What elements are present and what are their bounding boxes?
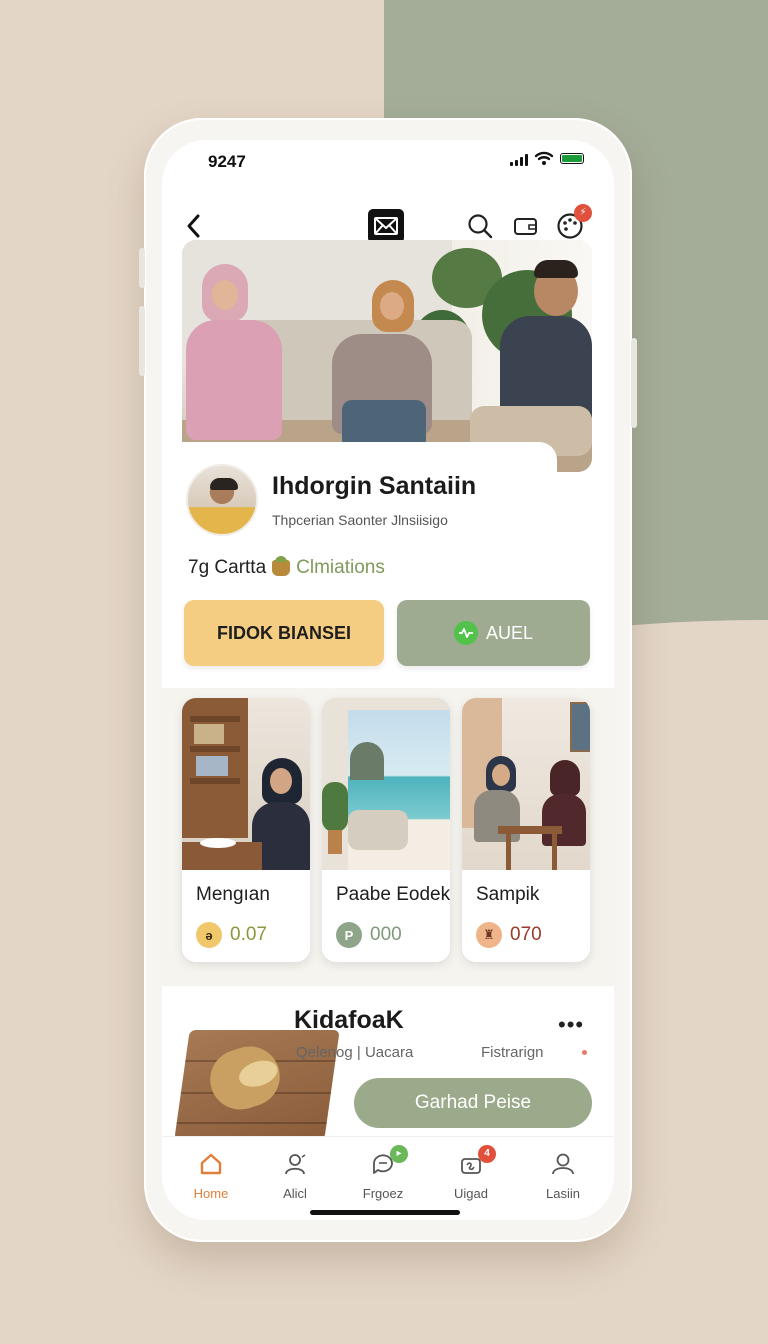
place-card[interactable]: Mengıan ə 0.07: [182, 698, 310, 962]
tab-uigad[interactable]: 4 Uigad: [436, 1145, 506, 1201]
card-photo: [462, 698, 590, 870]
cellular-signal-icon: [510, 154, 528, 166]
status-time: 9247: [208, 152, 246, 171]
profile-subtitle: Thpcerian Saonter Jlnsiisigo: [272, 512, 448, 528]
wallet-button[interactable]: [510, 210, 542, 242]
activity-icon: [453, 621, 478, 645]
card-chip-icon: P: [336, 922, 362, 948]
envelope-logo-icon: [374, 217, 398, 235]
phone-side-button: [139, 248, 145, 288]
tab-label: Uigad: [454, 1186, 488, 1201]
home-indicator[interactable]: [310, 1210, 460, 1215]
tab-alicl[interactable]: Alicl: [260, 1151, 330, 1201]
phone-frame: 9247 ⚡ Ihdorgin Santaiin Thpcerian Saont…: [139, 118, 637, 1242]
card-meta: P 000: [336, 922, 402, 948]
notification-badge: ⚡: [574, 204, 592, 222]
tab-home[interactable]: Home: [176, 1151, 246, 1201]
card-photo: [322, 698, 450, 870]
status-dot: [582, 1050, 587, 1055]
tab-label: Alicl: [283, 1186, 307, 1201]
tab-label: Frgoez: [362, 1186, 404, 1201]
tab-label: Lasiin: [546, 1186, 580, 1201]
bottom-tab-bar: Home Alicl ▸ Frgoez 4 Uigad Lasiin: [162, 1136, 614, 1220]
card-title: Paabe Eodek: [336, 884, 450, 905]
users-icon: [285, 1154, 306, 1175]
status-bar: 9247: [162, 140, 614, 184]
tab-badge: 4: [478, 1145, 496, 1163]
stats-line: 7g Cartta Clmiations: [188, 556, 385, 579]
palette-button[interactable]: ⚡: [554, 204, 592, 242]
profile-name: Ihdorgin Santaiin: [272, 472, 477, 500]
profile-icon: [552, 1153, 574, 1175]
secondary-action-label: AUEL: [485, 622, 534, 643]
tab-label: Home: [193, 1186, 229, 1201]
battery-icon: [560, 153, 584, 164]
card-value: 0.07: [230, 924, 267, 945]
feature-subtitle: Qelenog | Uacara: [296, 1044, 414, 1061]
card-title: Mengıan: [196, 884, 270, 905]
search-button[interactable]: [464, 210, 496, 242]
card-photo: [182, 698, 310, 870]
card-meta: ə 0.07: [196, 922, 267, 948]
more-options-button[interactable]: •••: [558, 1012, 584, 1038]
wifi-icon: [534, 151, 554, 165]
feature-title: KidafoaK: [294, 1006, 404, 1034]
card-chip-icon: ə: [196, 922, 222, 948]
primary-action-label: FIDOK BIANSEI: [216, 622, 351, 643]
stats-count: 7g Cartta: [188, 557, 267, 578]
card-meta: ♜ 070: [476, 922, 542, 948]
back-button[interactable]: [178, 210, 210, 242]
wallet-icon: [514, 218, 537, 235]
tab-badge: ▸: [390, 1145, 408, 1163]
secondary-action-button[interactable]: AUEL: [397, 600, 590, 666]
place-card[interactable]: Paabe Eodek P 000: [322, 698, 450, 962]
card-value: 070: [510, 924, 542, 945]
stats-highlight-link[interactable]: Clmiations: [296, 557, 385, 579]
app-screen: 9247 ⚡ Ihdorgin Santaiin Thpcerian Saont…: [162, 140, 614, 1220]
search-icon: [468, 214, 493, 239]
basket-icon: [272, 556, 291, 576]
card-value: 000: [370, 924, 402, 945]
phone-power-button: [631, 338, 637, 428]
hero-image[interactable]: [182, 240, 592, 472]
app-logo[interactable]: [368, 209, 404, 243]
tab-frgoez[interactable]: ▸ Frgoez: [348, 1145, 418, 1201]
feature-cta-label: Garhad Peise: [414, 1092, 532, 1113]
place-card[interactable]: Sampik ♜ 070: [462, 698, 590, 962]
avatar[interactable]: [186, 464, 258, 536]
phone-side-button: [139, 306, 145, 376]
card-chip-icon: ♜: [476, 922, 502, 948]
feature-side-label: Fistrarign: [481, 1044, 544, 1061]
primary-action-button[interactable]: FIDOK BIANSEI: [184, 600, 384, 666]
tab-lasiin[interactable]: Lasiin: [528, 1151, 598, 1201]
chevron-left-icon: [187, 214, 200, 238]
home-icon: [200, 1153, 222, 1175]
card-title: Sampik: [476, 884, 540, 905]
feature-cta-button[interactable]: Garhad Peise: [354, 1078, 592, 1128]
